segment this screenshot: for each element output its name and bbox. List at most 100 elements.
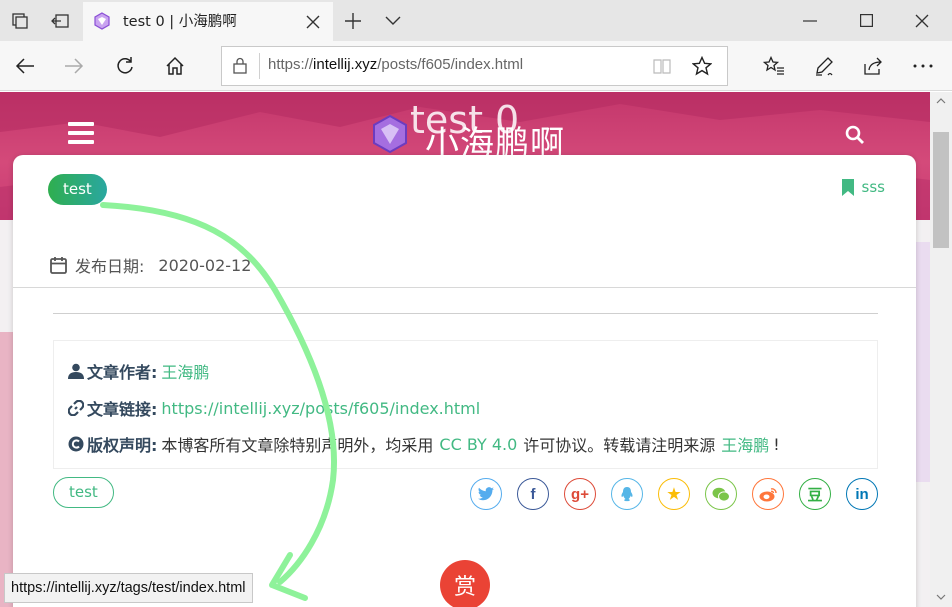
link-icon (68, 400, 84, 416)
author-label: 文章作者: (87, 363, 158, 382)
date-label: 发布日期: (75, 257, 145, 276)
date-value: 2020-02-12 (158, 255, 252, 275)
divider (13, 287, 916, 288)
post-card: test sss 发布日期: 2020-02-12 文章作者: 王海鹏 文章链接… (13, 155, 916, 607)
chevron-down-icon (385, 16, 401, 25)
scroll-up-arrow[interactable] (930, 92, 952, 110)
forward-button[interactable] (52, 45, 96, 87)
address-bar[interactable]: https://intellij.xyz/posts/f605/index.ht… (221, 46, 728, 86)
background-decoration (0, 332, 14, 607)
author-row: 文章作者: 王海鹏 (68, 359, 209, 383)
arrow-right-icon (65, 58, 84, 74)
google-plus-icon: g+ (571, 485, 589, 503)
statement-end: ! (773, 434, 780, 454)
google-plus-share-button[interactable]: g+ (564, 478, 596, 510)
minimize-icon (802, 19, 817, 22)
category-badge[interactable]: test (48, 174, 107, 205)
search-icon (845, 125, 864, 144)
facebook-share-button[interactable]: f (517, 478, 549, 510)
back-button[interactable] (3, 45, 47, 87)
reading-view-button[interactable] (652, 56, 672, 80)
tabs-aside-icon (51, 13, 69, 28)
copyright-box: 文章作者: 王海鹏 文章链接: https://intellij.xyz/pos… (53, 340, 878, 469)
settings-more-button[interactable] (901, 45, 945, 87)
url-text: https://intellij.xyz/posts/f605/index.ht… (268, 56, 524, 73)
more-dots-icon (913, 64, 933, 68)
link-row: 文章链接: https://intellij.xyz/posts/f605/in… (68, 396, 480, 420)
license-link[interactable]: CC BY 4.0 (439, 435, 517, 454)
background-decoration (916, 242, 930, 482)
close-window-button[interactable] (893, 0, 950, 41)
reward-button[interactable]: 赏 (440, 560, 490, 607)
address-separator (259, 53, 260, 79)
statement-text: 许可协议。转载请注明来源 (523, 436, 716, 455)
share-page-button[interactable] (851, 45, 895, 87)
home-icon (166, 56, 184, 75)
wechat-share-button[interactable] (705, 478, 737, 510)
site-logo-icon (373, 114, 407, 154)
tab-preview-button[interactable] (373, 0, 413, 41)
tab-title: test 0 | 小海鹏啊 (123, 14, 237, 30)
refresh-icon (117, 57, 133, 74)
twitter-icon (478, 487, 494, 501)
share-icon (864, 57, 882, 75)
author-name-link[interactable]: 王海鹏 (161, 359, 209, 383)
statement-label: 版权声明: (87, 436, 158, 455)
web-note-button[interactable] (802, 45, 846, 87)
maximize-icon (860, 14, 873, 27)
post-url-link[interactable]: https://intellij.xyz/posts/f605/index.ht… (161, 399, 480, 418)
copyright-icon (68, 436, 84, 452)
chevron-up-icon (936, 98, 946, 104)
tab-manager-button[interactable] (0, 0, 40, 41)
pen-icon (816, 57, 833, 76)
maximize-button[interactable] (838, 0, 895, 41)
qq-share-button[interactable] (611, 478, 643, 510)
douban-share-button[interactable]: 豆 (799, 478, 831, 510)
chevron-down-icon (936, 594, 946, 600)
active-tab[interactable]: test 0 | 小海鹏啊 (83, 2, 333, 41)
favorite-star-button[interactable] (691, 55, 713, 80)
tab-close-button[interactable] (293, 2, 333, 41)
favorites-list-icon (763, 56, 784, 75)
page-viewport: test 0 小海鹏啊 test sss 发布日期: 2020-02-12 文章… (0, 92, 930, 607)
divider (53, 313, 878, 314)
minimize-button[interactable] (781, 0, 838, 41)
qzone-icon: ★ (667, 486, 681, 503)
linkedin-icon: in (855, 485, 869, 503)
linkedin-share-button[interactable]: in (846, 478, 878, 510)
vertical-scrollbar[interactable] (930, 92, 952, 607)
set-tabs-aside-button[interactable] (40, 0, 80, 41)
site-favicon-icon (94, 12, 110, 30)
user-icon (68, 363, 84, 379)
bookmark-icon (841, 178, 854, 196)
lock-icon (233, 57, 247, 74)
menu-icon[interactable] (68, 122, 94, 149)
site-search-button[interactable] (845, 125, 865, 149)
post-tag[interactable]: test (53, 477, 114, 508)
weibo-icon (759, 487, 777, 502)
publish-date: 发布日期: 2020-02-12 (50, 253, 251, 277)
close-icon (306, 15, 320, 28)
source-author-link[interactable]: 王海鹏 (721, 432, 769, 456)
refresh-button[interactable] (103, 45, 147, 87)
plus-icon (345, 12, 361, 29)
scroll-down-arrow[interactable] (930, 588, 952, 606)
bookmark-label: sss (861, 178, 885, 196)
tab-bar: test 0 | 小海鹏啊 (0, 0, 952, 41)
star-icon (691, 55, 713, 76)
weibo-share-button[interactable] (752, 478, 784, 510)
tab-stack-icon (12, 12, 28, 29)
navigation-bar: https://intellij.xyz/posts/f605/index.ht… (0, 41, 952, 91)
link-label: 文章链接: (87, 400, 158, 419)
twitter-share-button[interactable] (470, 478, 502, 510)
new-tab-button[interactable] (333, 0, 373, 41)
qq-icon (620, 486, 634, 502)
arrow-left-icon (15, 58, 34, 74)
wechat-icon (712, 487, 730, 502)
scroll-thumb[interactable] (933, 132, 949, 248)
bookmark-link[interactable]: sss (841, 178, 885, 196)
statement-row: 版权声明: 本博客所有文章除特别声明外，均采用 CC BY 4.0 许可协议。转… (68, 432, 780, 456)
favorites-hub-button[interactable] (752, 45, 796, 87)
home-button[interactable] (153, 45, 197, 87)
qzone-share-button[interactable]: ★ (658, 478, 690, 510)
